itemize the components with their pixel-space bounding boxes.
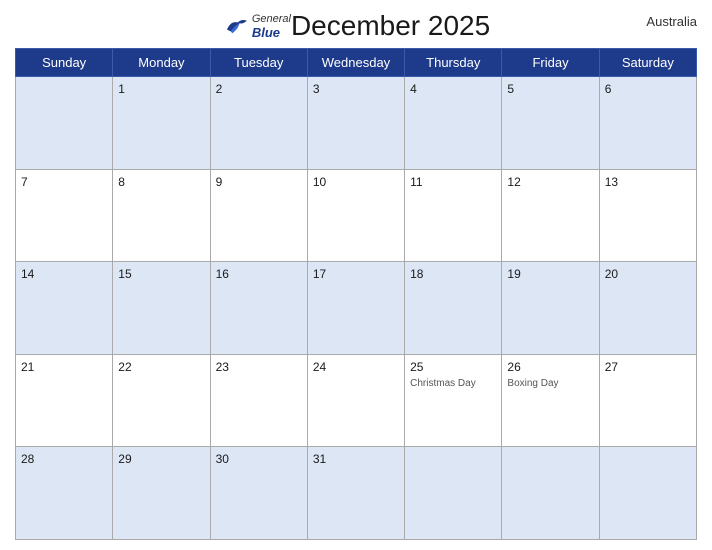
weekday-header-row: Sunday Monday Tuesday Wednesday Thursday… [16,49,697,77]
calendar-day: 12 [502,169,599,262]
calendar-day [405,447,502,540]
header-sunday: Sunday [16,49,113,77]
day-number: 6 [605,82,612,96]
calendar-day: 6 [599,77,696,170]
calendar-day [599,447,696,540]
holiday-label: Boxing Day [507,378,593,389]
calendar-day: 29 [113,447,210,540]
day-number: 13 [605,175,618,189]
calendar-day: 15 [113,262,210,355]
header-wednesday: Wednesday [307,49,404,77]
calendar-week-row: 14 15 16 17 18 19 20 [16,262,697,355]
day-number: 2 [216,82,223,96]
day-number: 9 [216,175,223,189]
day-number: 27 [605,360,618,374]
day-number: 30 [216,452,229,466]
calendar-week-row: 7 8 9 10 11 12 13 [16,169,697,262]
calendar-day: 17 [307,262,404,355]
calendar-day: 23 [210,354,307,447]
month-year-title: December 2025 [291,10,490,42]
day-number: 19 [507,267,520,281]
calendar-day: 30 [210,447,307,540]
day-number: 12 [507,175,520,189]
day-number: 21 [21,360,34,374]
day-number: 10 [313,175,326,189]
calendar-day: 18 [405,262,502,355]
calendar-day: 26 Boxing Day [502,354,599,447]
day-number: 15 [118,267,131,281]
calendar-day: 9 [210,169,307,262]
calendar-day: 27 [599,354,696,447]
calendar-day: 10 [307,169,404,262]
calendar-header: General Blue December 2025 Australia [15,10,697,42]
calendar-day: 25 Christmas Day [405,354,502,447]
calendar-day: 7 [16,169,113,262]
holiday-label: Christmas Day [410,378,496,389]
calendar-day: 22 [113,354,210,447]
calendar-day: 2 [210,77,307,170]
calendar-day: 3 [307,77,404,170]
header-saturday: Saturday [599,49,696,77]
day-number: 14 [21,267,34,281]
header-thursday: Thursday [405,49,502,77]
day-number: 5 [507,82,514,96]
calendar-week-row: 1 2 3 4 5 6 [16,77,697,170]
calendar-wrapper: General Blue December 2025 Australia Sun… [0,0,712,550]
logo-text: General Blue [252,13,291,40]
calendar-day: 14 [16,262,113,355]
day-number: 20 [605,267,618,281]
calendar-day [502,447,599,540]
calendar-day: 8 [113,169,210,262]
day-number: 24 [313,360,326,374]
day-number: 28 [21,452,34,466]
calendar-day: 28 [16,447,113,540]
day-number: 31 [313,452,326,466]
logo-general-text: General [252,13,291,25]
logo-blue-text: Blue [252,25,291,40]
calendar-table: Sunday Monday Tuesday Wednesday Thursday… [15,48,697,540]
day-number: 1 [118,82,125,96]
day-number: 29 [118,452,131,466]
calendar-day [16,77,113,170]
calendar-week-row: 28 29 30 31 [16,447,697,540]
day-number: 22 [118,360,131,374]
calendar-day: 11 [405,169,502,262]
calendar-day: 21 [16,354,113,447]
logo-bird-icon [222,17,250,35]
calendar-day: 16 [210,262,307,355]
calendar-day: 5 [502,77,599,170]
calendar-day: 24 [307,354,404,447]
day-number: 4 [410,82,417,96]
calendar-body: 1234567891011121314151617181920212223242… [16,77,697,540]
calendar-day: 19 [502,262,599,355]
header-tuesday: Tuesday [210,49,307,77]
header-friday: Friday [502,49,599,77]
day-number: 23 [216,360,229,374]
calendar-day: 1 [113,77,210,170]
header-monday: Monday [113,49,210,77]
logo: General Blue [222,13,291,40]
day-number: 16 [216,267,229,281]
country-label: Australia [646,14,697,29]
day-number: 26 [507,360,520,374]
day-number: 11 [410,175,422,189]
day-number: 7 [21,175,28,189]
day-number: 17 [313,267,326,281]
calendar-day: 20 [599,262,696,355]
title-section: December 2025 [291,10,490,42]
day-number: 18 [410,267,423,281]
day-number: 8 [118,175,125,189]
day-number: 25 [410,360,423,374]
calendar-day: 13 [599,169,696,262]
calendar-week-row: 21 22 23 24 25 Christmas Day 26 Boxing Day 27 [16,354,697,447]
calendar-day: 4 [405,77,502,170]
day-number: 3 [313,82,320,96]
calendar-day: 31 [307,447,404,540]
